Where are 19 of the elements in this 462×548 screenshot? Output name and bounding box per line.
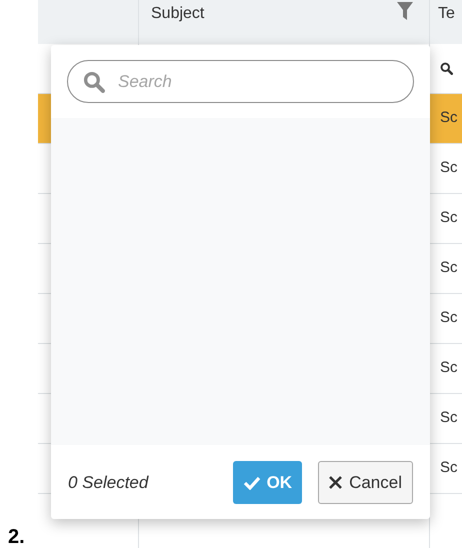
table-cell-text: Sc xyxy=(440,458,458,478)
search-icon xyxy=(440,62,453,75)
close-icon xyxy=(329,476,342,489)
search-field[interactable]: Search xyxy=(67,60,414,103)
column-header: Te xyxy=(438,5,455,22)
search-icon xyxy=(83,71,105,93)
table-cell-text: Sc xyxy=(440,108,458,128)
cancel-button[interactable]: Cancel xyxy=(318,461,413,504)
table-cell-text: Sc xyxy=(440,208,458,228)
column-header: Subject xyxy=(151,4,204,24)
table-cell-text: Sc xyxy=(440,408,458,428)
check-icon xyxy=(242,476,261,490)
selected-count: 0 Selected xyxy=(68,472,150,494)
table-cell-text: Sc xyxy=(440,258,458,278)
table-cell-text: Sc xyxy=(440,158,458,178)
table-cell-text: Sc xyxy=(440,358,458,378)
table-cell-text: Sc xyxy=(440,308,458,328)
footnote-number: 2. xyxy=(8,527,26,547)
filter-icon[interactable] xyxy=(397,2,413,20)
